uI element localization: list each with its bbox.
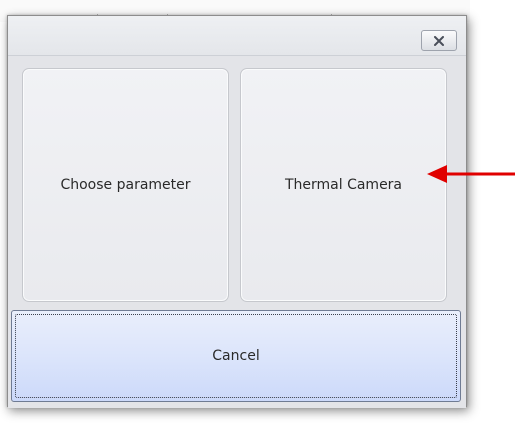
screen: Choose parameter Thermal Camera Cancel xyxy=(0,0,529,433)
selection-dialog: Choose parameter Thermal Camera Cancel xyxy=(7,15,467,408)
cancel-button[interactable]: Cancel xyxy=(11,310,461,402)
choose-parameter-button[interactable]: Choose parameter xyxy=(22,68,229,302)
close-button[interactable] xyxy=(421,30,457,51)
dialog-titlebar xyxy=(8,16,466,56)
thermal-camera-label: Thermal Camera xyxy=(284,177,403,193)
thermal-camera-button[interactable]: Thermal Camera xyxy=(240,68,447,302)
close-x-icon xyxy=(433,35,445,46)
cancel-label: Cancel xyxy=(212,348,260,364)
dialog-content: Choose parameter Thermal Camera Cancel xyxy=(8,56,466,408)
choose-parameter-label: Choose parameter xyxy=(60,177,191,193)
